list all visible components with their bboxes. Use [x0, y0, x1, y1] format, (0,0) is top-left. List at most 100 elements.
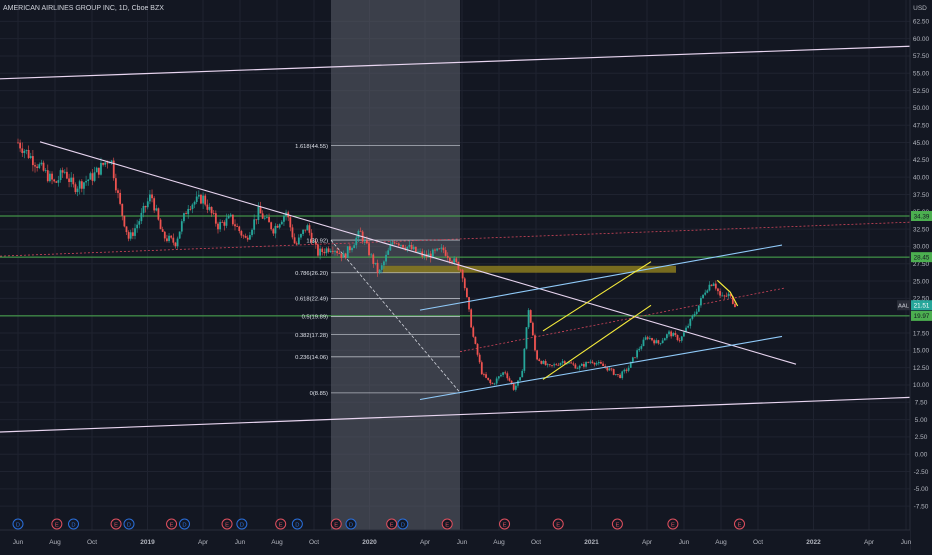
candle-body	[402, 244, 404, 248]
candle-body	[723, 295, 726, 297]
candle-body	[725, 295, 728, 297]
candle-body	[525, 327, 528, 349]
candle-body	[127, 232, 130, 239]
candle-body	[674, 333, 677, 336]
candle-body	[80, 181, 83, 189]
candle-body	[206, 204, 209, 210]
event-marker-label: E	[334, 522, 338, 528]
candle-body	[193, 201, 196, 205]
price-badge-label: 19.97	[914, 313, 930, 320]
candle-body	[159, 219, 162, 230]
candle-body	[61, 170, 64, 173]
candle-body	[338, 253, 341, 254]
candle-body	[508, 378, 511, 381]
candle-body	[261, 213, 264, 219]
candle-body	[102, 162, 104, 165]
event-marker-label: E	[225, 522, 229, 528]
candle-body	[608, 368, 611, 371]
candle-body	[625, 369, 628, 371]
candle-body	[672, 333, 675, 337]
candle-body	[70, 177, 73, 183]
price-axis-background	[910, 0, 932, 550]
candle-body	[257, 206, 260, 221]
candle-body	[270, 222, 273, 230]
currency-label: USD	[913, 5, 927, 12]
candle-body	[612, 369, 615, 375]
chart-area[interactable]: 1.618(44.55) 1(30.92) 0.786(26.20) 0.618(22…	[0, 0, 932, 550]
candle-body	[487, 377, 490, 380]
fib-level-label: 0.382(17.28)	[295, 333, 328, 339]
y-tick-label: 52.50	[913, 88, 930, 95]
price-chart[interactable]: 1.618(44.55) 1(30.92) 0.786(26.20) 0.618(22…	[0, 0, 932, 550]
candle-body	[470, 309, 473, 328]
chart-background	[0, 0, 932, 550]
candle-body	[19, 142, 22, 149]
candle-body	[687, 325, 690, 328]
candle-body	[191, 204, 194, 210]
candle-body	[457, 262, 460, 270]
candle-body	[68, 178, 70, 183]
event-marker-label: D	[295, 522, 299, 528]
candle-body	[574, 364, 577, 369]
candle-body	[129, 232, 132, 239]
candle-body	[717, 288, 719, 292]
y-tick-label: 15.00	[913, 348, 930, 355]
candle-body	[238, 226, 241, 232]
candle-body	[700, 298, 702, 306]
candle-body	[540, 361, 543, 364]
candle-body	[653, 340, 656, 344]
candle-body	[531, 322, 534, 336]
x-tick-label: Apr	[198, 539, 209, 546]
candle-body	[100, 162, 102, 175]
date-range-highlight[interactable]	[331, 0, 460, 530]
candle-body	[619, 374, 621, 379]
y-tick-label: 2.50	[915, 434, 928, 441]
candle-body	[55, 181, 58, 183]
candle-body	[623, 369, 626, 372]
candle-body	[610, 368, 613, 370]
candle-body	[121, 203, 124, 216]
candle-body	[642, 339, 645, 347]
candle-body	[66, 171, 68, 179]
fib-level-label: 0(8.85)	[310, 391, 328, 397]
candle-body	[146, 201, 149, 208]
candle-body	[602, 363, 604, 367]
candle-body	[551, 365, 553, 366]
y-tick-label: 32.50	[913, 226, 930, 233]
candle-body	[670, 331, 673, 337]
event-marker-label: D	[401, 522, 405, 528]
candle-body	[483, 374, 485, 376]
candle-body	[36, 166, 39, 168]
candle-body	[617, 374, 619, 376]
event-marker-label: D	[182, 522, 186, 528]
candle-body	[125, 226, 128, 233]
fib-level-label: 0.786(26.20)	[295, 271, 328, 277]
x-tick-label: Aug	[49, 539, 61, 546]
y-tick-label: 5.00	[915, 417, 928, 424]
candle-body	[714, 283, 717, 289]
candle-body	[155, 208, 158, 211]
candle-body	[444, 250, 447, 256]
candle-body	[268, 217, 270, 223]
x-tick-label: 2021	[584, 539, 599, 546]
candle-body	[572, 363, 575, 365]
candle-body	[668, 331, 670, 335]
candle-body	[283, 215, 285, 222]
last-price-label: 21.51	[914, 303, 930, 310]
event-marker-label: E	[114, 522, 118, 528]
candle-body	[680, 336, 683, 341]
fib-level-label: 0.618(22.49)	[295, 297, 328, 303]
y-tick-label: 7.50	[915, 400, 928, 407]
candle-body	[59, 170, 62, 181]
candle-body	[446, 255, 449, 258]
y-tick-label: -2.50	[914, 469, 929, 476]
candle-body	[204, 195, 207, 205]
candle-body	[500, 374, 502, 377]
candle-body	[306, 225, 309, 231]
candle-body	[561, 361, 564, 363]
candle-body	[400, 244, 402, 246]
candle-body	[704, 292, 707, 295]
candle-body	[178, 231, 181, 239]
candle-body	[442, 247, 445, 251]
candle-body	[246, 237, 249, 240]
